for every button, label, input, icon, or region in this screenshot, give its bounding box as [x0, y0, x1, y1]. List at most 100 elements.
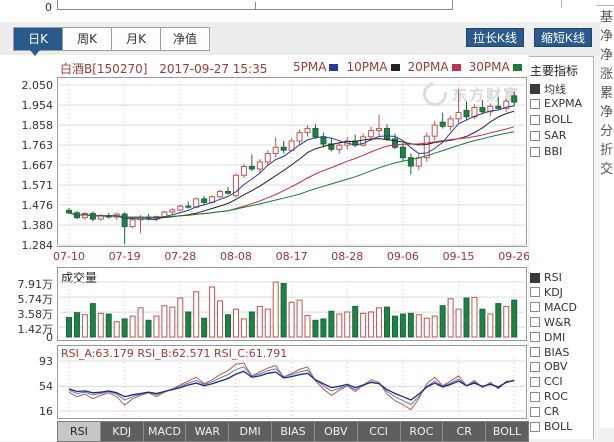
- cutoff-menu-item[interactable]: 分: [600, 122, 614, 141]
- cutoff-menu-item[interactable]: 净: [600, 103, 614, 122]
- cutoff-menu-item[interactable]: 净: [600, 46, 614, 65]
- checkbox-label-ROC: ROC: [544, 390, 568, 403]
- candle-body: [67, 210, 72, 213]
- sidebar-main-均线[interactable]: 均线: [530, 81, 566, 97]
- checkbox-BIAS[interactable]: [530, 347, 540, 357]
- volume-bar: [480, 309, 485, 337]
- checkbox-SAR[interactable]: [530, 131, 540, 141]
- sidebar-sub-KDJ[interactable]: KDJ: [530, 286, 563, 299]
- rsi-y-label: 16: [0, 405, 53, 418]
- sidebar-sub-W&R[interactable]: W&R: [530, 316, 571, 329]
- checkbox-OBV[interactable]: [530, 362, 540, 372]
- volume-y-label: 3.58万: [0, 306, 53, 322]
- indicator-tab-OBV[interactable]: OBV: [315, 422, 358, 441]
- volume-bar: [114, 322, 119, 337]
- volume-chart[interactable]: [57, 267, 527, 341]
- indicator-tab-BOLL[interactable]: BOLL: [486, 422, 528, 441]
- checkbox-均线[interactable]: [530, 84, 540, 94]
- sidebar-sub-CCI[interactable]: CCI: [530, 375, 563, 388]
- sidebar-sub-BIAS[interactable]: BIAS: [530, 346, 569, 359]
- kline-x-label: 08-08: [216, 250, 256, 263]
- period-tab-日K[interactable]: 日K: [14, 28, 63, 50]
- checkbox-MACD[interactable]: [530, 302, 540, 312]
- volume-bar: [337, 314, 342, 337]
- candle-body: [241, 166, 246, 175]
- ma-legend: 5PMA10PMA20PMA30PMA: [293, 60, 530, 74]
- volume-bar: [170, 307, 175, 337]
- sidebar-main-BBI[interactable]: BBI: [530, 145, 562, 158]
- candle-body: [313, 128, 318, 136]
- candle-body: [496, 106, 501, 108]
- cutoff-menu-item[interactable]: 累: [600, 84, 614, 103]
- sidebar-main-SAR[interactable]: SAR: [530, 129, 566, 142]
- checkbox-ROC[interactable]: [530, 392, 540, 402]
- cutoff-menu-item[interactable]: 涨: [600, 65, 614, 84]
- volume-bar: [408, 313, 413, 337]
- checkbox-label-BBI: BBI: [544, 145, 562, 158]
- shrink-kline-button[interactable]: 缩短K线: [534, 28, 592, 47]
- period-tab-周K[interactable]: 周K: [63, 28, 112, 50]
- kline-x-label: 08-17: [272, 250, 312, 263]
- indicator-tab-CR[interactable]: CR: [443, 422, 486, 441]
- volume-bar: [377, 308, 382, 337]
- volume-bar: [146, 320, 151, 337]
- sidebar-sub-CR[interactable]: CR: [530, 405, 559, 418]
- checkbox-KDJ[interactable]: [530, 287, 540, 297]
- sidebar-sub-DMI[interactable]: DMI: [530, 331, 565, 344]
- cutoff-menu-item[interactable]: 基: [600, 8, 614, 27]
- checkbox-BOLL[interactable]: [530, 422, 540, 432]
- cutoff-menu-item[interactable]: 交: [600, 160, 614, 179]
- volume-bar: [233, 309, 238, 337]
- checkbox-label-DMI: DMI: [544, 331, 565, 344]
- indicator-tab-CCI[interactable]: CCI: [358, 422, 401, 441]
- indicator-tab-MACD[interactable]: MACD: [144, 422, 187, 441]
- volume-bar: [416, 315, 421, 337]
- stretch-kline-button[interactable]: 拉长K线: [466, 28, 524, 47]
- sidebar-sub-RSI[interactable]: RSI: [530, 271, 562, 284]
- indicator-tab-WAR[interactable]: WAR: [186, 422, 229, 441]
- checkbox-CCI[interactable]: [530, 377, 540, 387]
- candle-body: [432, 125, 437, 136]
- rsi-chart[interactable]: [57, 345, 527, 419]
- checkbox-BOLL[interactable]: [530, 115, 540, 125]
- sidebar-sub-MACD[interactable]: MACD: [530, 301, 577, 314]
- checkbox-label-BOLL: BOLL: [544, 420, 572, 433]
- checkbox-RSI[interactable]: [530, 273, 540, 283]
- indicator-tab-DMI[interactable]: DMI: [229, 422, 272, 441]
- volume-bar: [138, 308, 143, 337]
- sidebar-sub-BOLL[interactable]: BOLL: [530, 420, 572, 433]
- selected-tab-pointer: [30, 50, 40, 56]
- sidebar-main-EXPMA[interactable]: EXPMA: [530, 97, 582, 110]
- legend-label-10PMA: 10PMA: [346, 60, 387, 74]
- candle-body: [130, 220, 135, 227]
- candle-body: [385, 128, 390, 138]
- candle-body: [186, 206, 191, 207]
- sidebar-main-BOLL[interactable]: BOLL: [530, 113, 572, 126]
- indicator-tab-BIAS[interactable]: BIAS: [272, 422, 315, 441]
- checkbox-EXPMA[interactable]: [530, 99, 540, 109]
- sidebar-sub-OBV[interactable]: OBV: [530, 360, 567, 373]
- checkbox-W&R[interactable]: [530, 317, 540, 327]
- period-tab-月K[interactable]: 月K: [112, 28, 161, 50]
- indicator-tab-RSI[interactable]: RSI: [58, 422, 101, 441]
- candle-body: [178, 206, 183, 210]
- indicator-tab-KDJ[interactable]: KDJ: [101, 422, 144, 441]
- volume-bar: [257, 306, 262, 337]
- checkbox-CR[interactable]: [530, 407, 540, 417]
- volume-bar: [106, 314, 111, 337]
- volume-y-label: 7.91万: [0, 276, 53, 292]
- checkbox-label-OBV: OBV: [544, 360, 567, 373]
- checkbox-label-MACD: MACD: [544, 301, 577, 314]
- sidebar-sub-ROC[interactable]: ROC: [530, 390, 568, 403]
- indicator-sidebar: 主要指标 均线EXPMABOLLSARBBIRSIKDJMACDW&RDMIBI…: [529, 56, 594, 439]
- cutoff-menu-item[interactable]: 净: [600, 27, 614, 46]
- period-tab-净值[interactable]: 净值: [161, 28, 209, 50]
- cutoff-menu-item[interactable]: 折: [600, 141, 614, 160]
- kline-header: 白酒B[150270] 2017-09-27 15:35: [60, 60, 267, 77]
- volume-bar: [472, 297, 477, 337]
- indicator-tab-ROC[interactable]: ROC: [401, 422, 444, 441]
- checkbox-DMI[interactable]: [530, 332, 540, 342]
- volume-bar: [194, 292, 199, 337]
- kline-chart[interactable]: [57, 77, 527, 247]
- checkbox-BBI[interactable]: [530, 147, 540, 157]
